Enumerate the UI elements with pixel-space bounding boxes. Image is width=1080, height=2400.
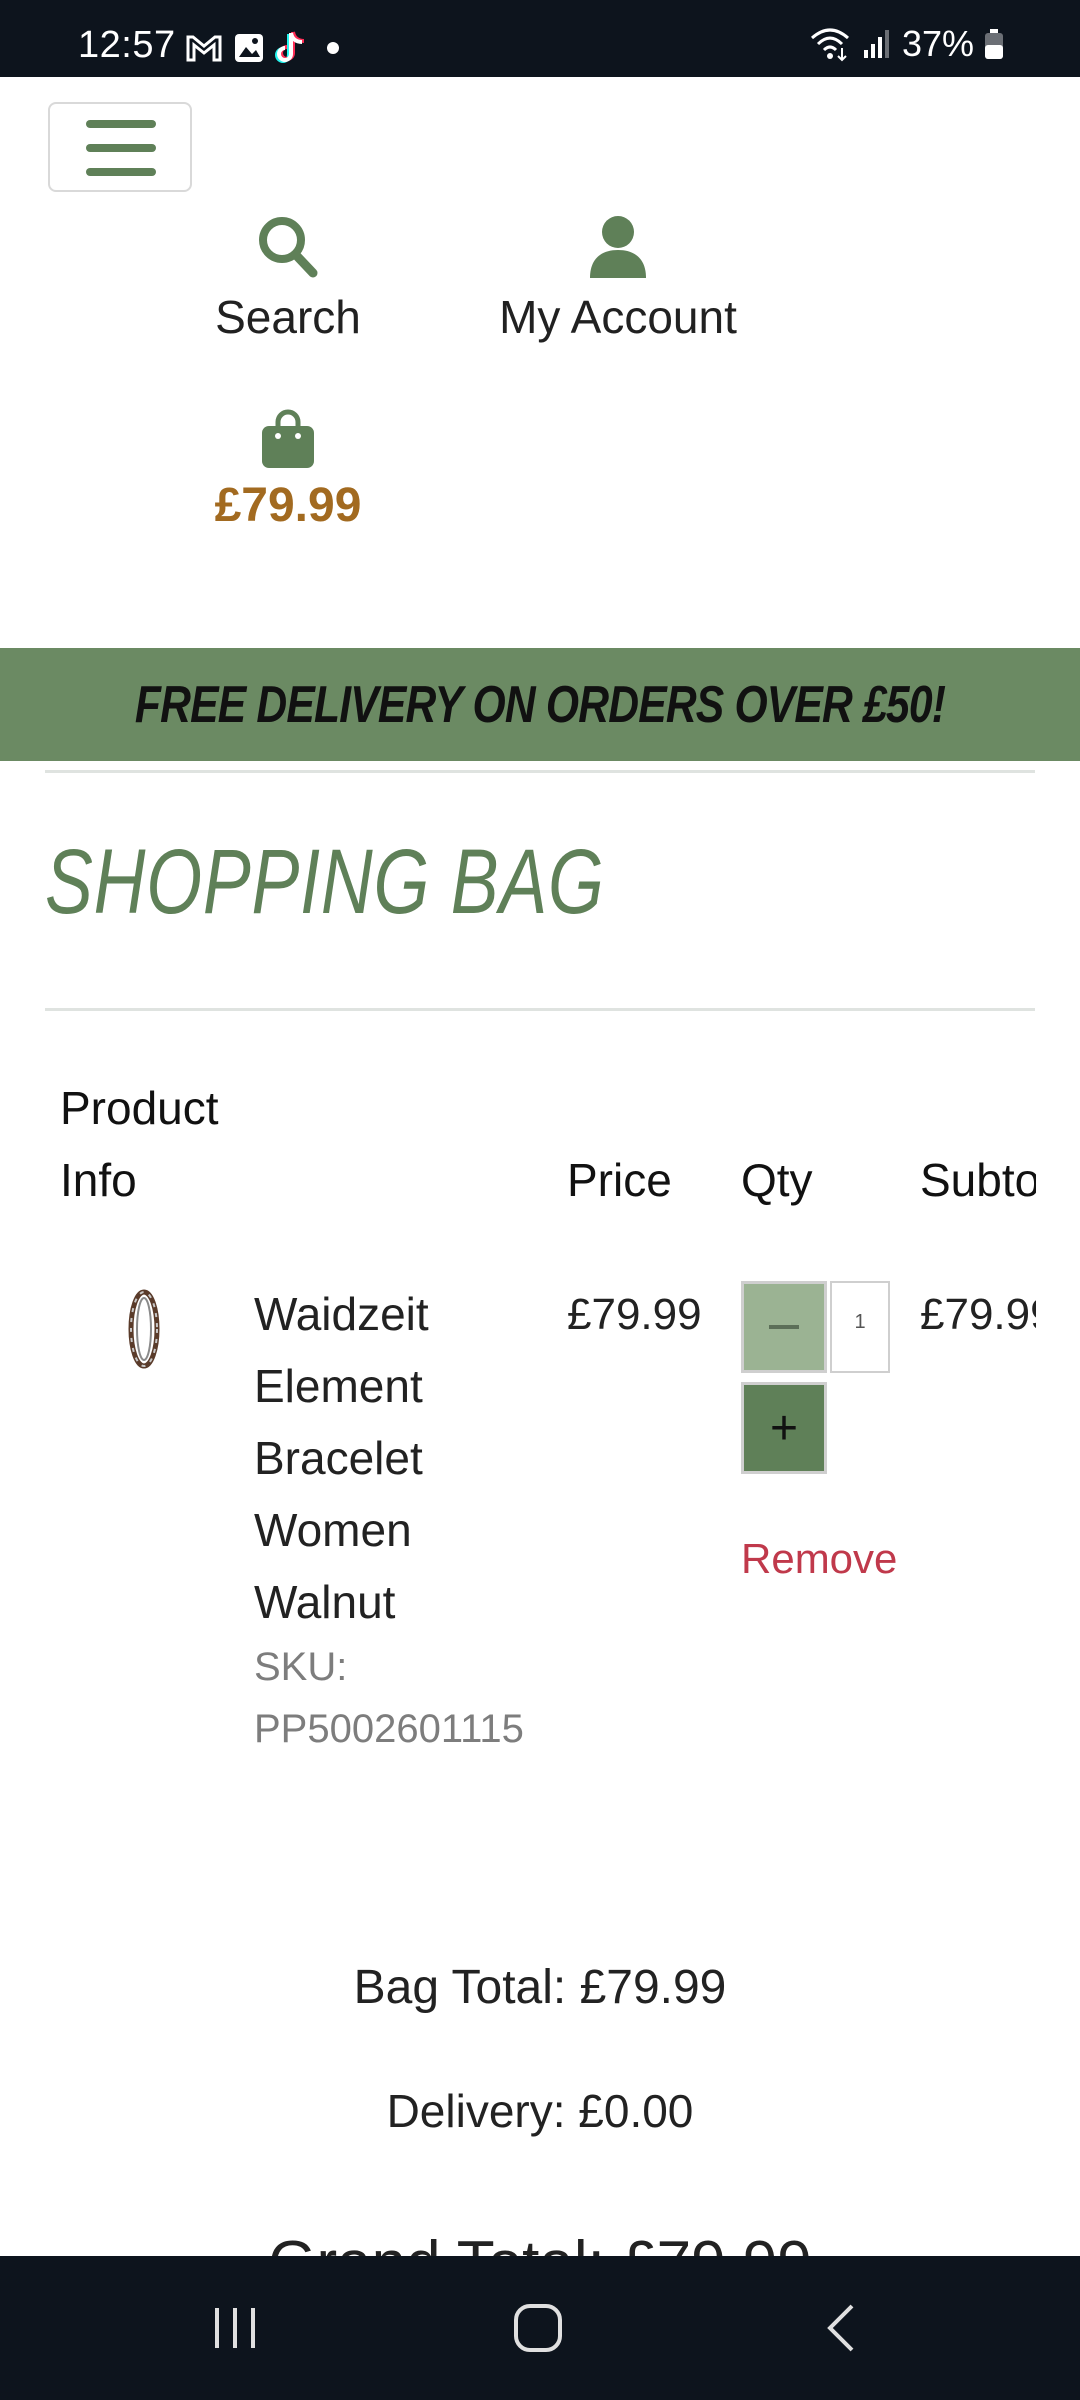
column-header-product-line2: Info <box>60 1154 137 1206</box>
recent-apps-icon[interactable] <box>205 2298 265 2358</box>
minus-icon <box>769 1325 799 1329</box>
system-navigation-bar <box>0 2256 1080 2400</box>
column-header-qty: Qty <box>741 1154 813 1206</box>
sku-value: PP5002601115 <box>254 1707 524 1751</box>
product-subtotal: £79.99 <box>920 1290 1036 1339</box>
product-image[interactable] <box>124 1288 164 1370</box>
home-icon[interactable] <box>508 2298 568 2358</box>
bag-total: Bag Total: £79.99 <box>353 1961 727 2014</box>
plus-icon: + <box>769 1401 799 1455</box>
column-header-product-line1: Product <box>60 1082 219 1134</box>
column-header-product-info: Product Info <box>60 1072 219 1216</box>
product-price: £79.99 <box>567 1290 702 1339</box>
delivery-cost: Delivery: £0.00 <box>386 2085 694 2137</box>
qty-increment-button[interactable]: + <box>741 1382 827 1474</box>
remove-item-link[interactable]: Remove <box>741 1535 897 1583</box>
qty-input[interactable]: 1 <box>830 1281 890 1373</box>
back-icon[interactable] <box>812 2298 872 2358</box>
column-header-subtotal: Subtotal <box>920 1154 1036 1206</box>
column-header-price: Price <box>567 1154 672 1206</box>
bag-table: Product Info Price Qty Subtotal Waidzeit… <box>0 0 1036 2400</box>
sku-label: SKU: <box>254 1645 348 1689</box>
qty-decrement-button[interactable] <box>741 1281 827 1373</box>
product-name[interactable]: Waidzeit Element Bracelet Women Walnut <box>254 1278 544 1638</box>
